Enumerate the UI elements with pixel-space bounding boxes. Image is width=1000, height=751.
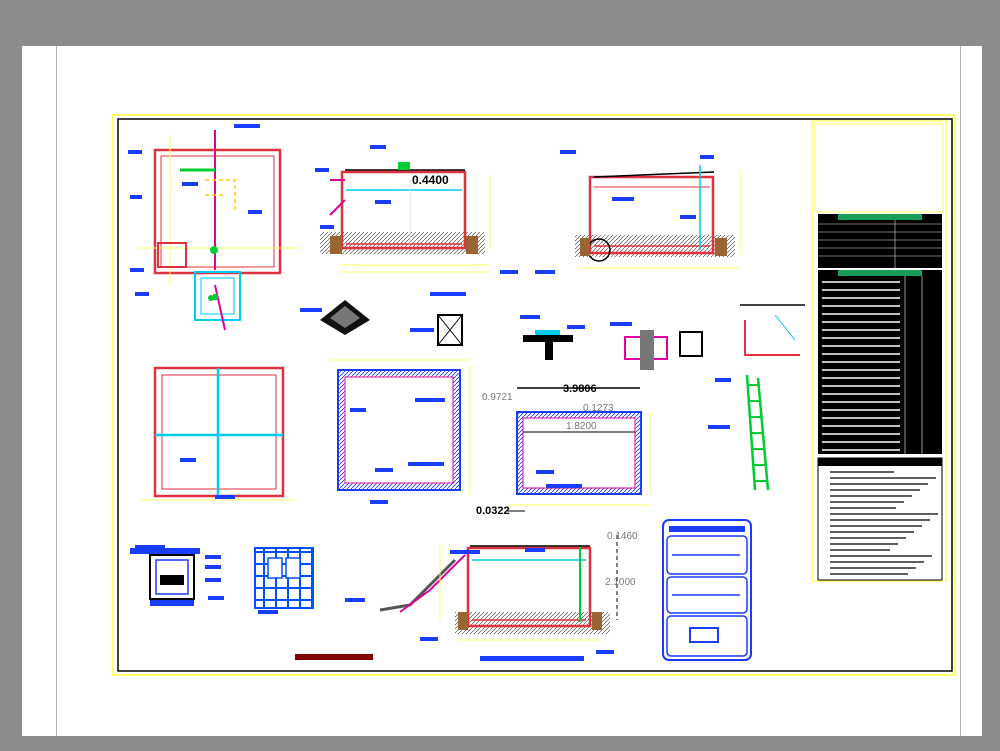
cad-drawing[interactable]: 0.4400 3.9806 0.9721 0.1273 1.8200 0.032… (0, 0, 1000, 751)
grate-detail (254, 547, 314, 609)
dim-inner-width: 1.8200 (566, 421, 597, 432)
dim-wall-thickness: 0.0322 (476, 505, 510, 517)
detail-valve (624, 330, 703, 370)
plan-view (138, 130, 300, 331)
dim-top-slab: 0.1460 (607, 531, 638, 542)
section-view-a (320, 162, 491, 273)
dim-lid-offset: 0.1273 (583, 403, 614, 414)
detail-iso-block (320, 300, 370, 335)
detail-tee-joint (523, 330, 573, 360)
slab-plan (140, 366, 295, 501)
dim-top-section-height: 0.4400 (412, 173, 449, 187)
ladder-detail (745, 374, 770, 491)
dim-overall-width: 3.9806 (563, 383, 597, 395)
legend-box (662, 519, 752, 661)
reinforcement-plan (330, 359, 471, 495)
valve-chamber (130, 548, 200, 606)
dim-height-total: 2.1000 (605, 577, 636, 588)
section-view-b (575, 165, 741, 269)
dim-left-offset: 0.9721 (482, 392, 513, 403)
title-block (811, 120, 947, 582)
dimensioned-section (507, 387, 651, 512)
detail-box (437, 314, 463, 346)
detail-corner (740, 304, 805, 356)
